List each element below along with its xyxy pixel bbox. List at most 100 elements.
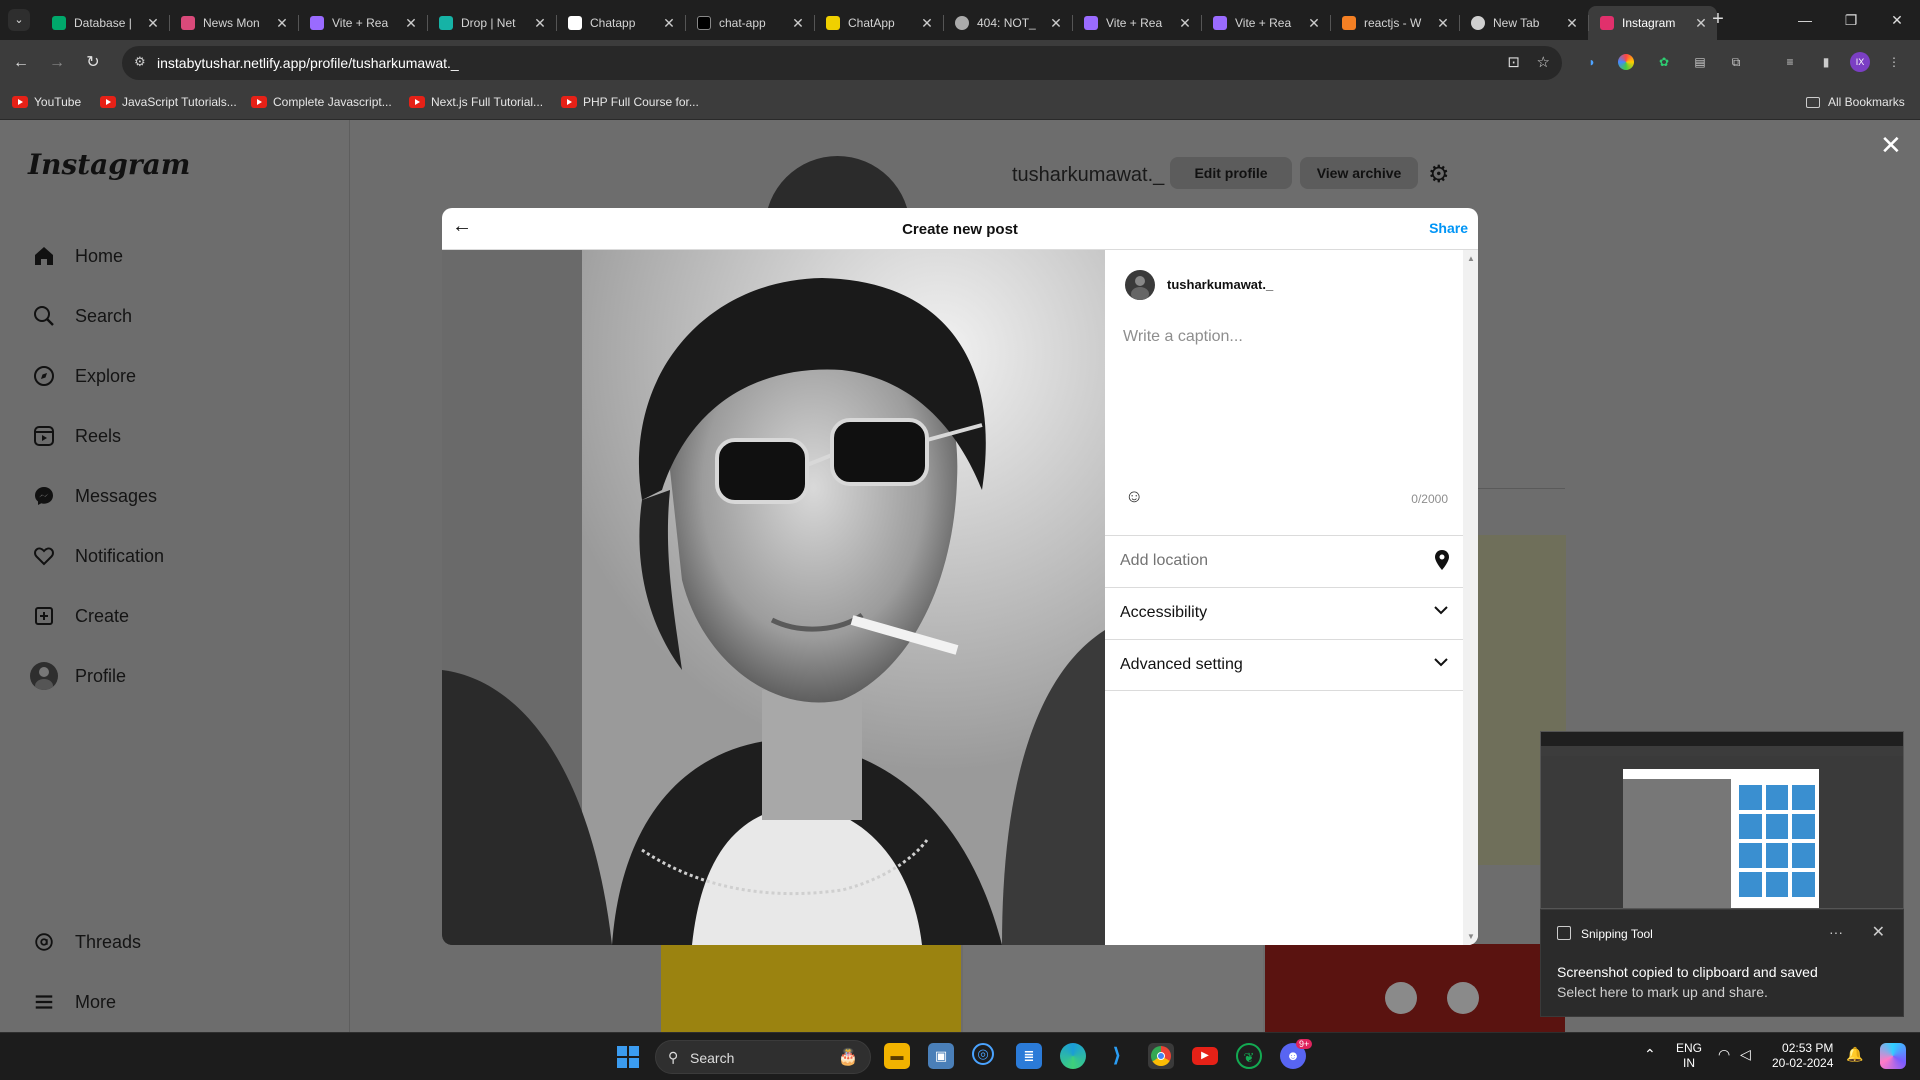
tab-drop[interactable]: Drop | Net ✕ bbox=[427, 6, 556, 40]
install-app-icon[interactable]: ⊡ bbox=[1507, 53, 1520, 71]
forward-icon[interactable]: → bbox=[44, 50, 70, 76]
sidebar-item-profile[interactable]: Profile bbox=[30, 662, 126, 690]
tab-reactjs[interactable]: reactjs - W ✕ bbox=[1330, 6, 1459, 40]
tab-chatapp-1[interactable]: Chatapp ✕ bbox=[556, 6, 685, 40]
url-text[interactable]: instabytushar.netlify.app/profile/tushar… bbox=[157, 55, 459, 71]
minimize-icon[interactable]: — bbox=[1782, 0, 1828, 40]
bookmark-star-icon[interactable]: ☆ bbox=[1537, 53, 1550, 71]
extensions-puzzle-icon[interactable]: ⧉ bbox=[1726, 52, 1746, 72]
chrome-menu-icon[interactable]: ⋮ bbox=[1884, 52, 1904, 72]
close-notification-icon[interactable]: ✕ bbox=[1872, 922, 1885, 942]
edit-profile-button[interactable]: Edit profile bbox=[1170, 157, 1292, 189]
photos-app-icon[interactable]: ▣ bbox=[928, 1043, 954, 1069]
post-thumbnail[interactable] bbox=[963, 944, 1263, 1032]
share-button[interactable]: Share bbox=[1429, 220, 1468, 236]
close-modal-icon[interactable]: ✕ bbox=[1880, 130, 1902, 161]
media-controls-icon[interactable]: ≡ bbox=[1780, 52, 1800, 72]
snipping-tool-notification[interactable]: Snipping Tool ··· ✕ Screenshot copied to… bbox=[1540, 909, 1904, 1017]
reload-icon[interactable]: ↻ bbox=[80, 50, 106, 76]
caption-input[interactable] bbox=[1123, 328, 1453, 448]
sidebar-item-messages[interactable]: Messages bbox=[30, 482, 157, 510]
back-icon[interactable]: ← bbox=[8, 50, 34, 76]
tab-close-icon[interactable]: ✕ bbox=[1435, 15, 1451, 32]
settings-gear-icon[interactable]: ⚙ bbox=[1428, 160, 1450, 189]
bookmark-php[interactable]: PHP Full Course for... bbox=[561, 95, 699, 109]
language-indicator[interactable]: ENG IN bbox=[1676, 1041, 1702, 1071]
extension-icon[interactable]: ◗ bbox=[1582, 52, 1602, 72]
tab-vite-3[interactable]: Vite + Rea ✕ bbox=[1201, 6, 1330, 40]
vscode-icon[interactable]: ⟩ bbox=[1104, 1043, 1130, 1069]
sidebar-item-search[interactable]: Search bbox=[30, 302, 132, 330]
sidebar-item-home[interactable]: Home bbox=[30, 242, 123, 270]
sidebar-item-notification[interactable]: Notification bbox=[30, 542, 164, 570]
windows-start-icon[interactable] bbox=[617, 1046, 639, 1068]
tab-database[interactable]: Database | ✕ bbox=[40, 6, 169, 40]
sidebar-item-create[interactable]: Create bbox=[30, 602, 129, 630]
chatgpt-extension-icon[interactable]: ✿ bbox=[1654, 52, 1674, 72]
tab-close-icon[interactable]: ✕ bbox=[274, 15, 290, 32]
color-picker-extension-icon[interactable] bbox=[1618, 54, 1634, 70]
copilot-icon[interactable] bbox=[1880, 1043, 1906, 1069]
volume-icon[interactable]: ◁ bbox=[1740, 1047, 1751, 1062]
tab-close-icon[interactable]: ✕ bbox=[1048, 15, 1064, 32]
tab-chat-app[interactable]: chat-app ✕ bbox=[685, 6, 814, 40]
restore-icon[interactable]: ❐ bbox=[1828, 0, 1874, 40]
bookmark-js-tutorials[interactable]: JavaScript Tutorials... bbox=[100, 95, 237, 109]
advanced-setting-row[interactable]: Advanced setting bbox=[1105, 639, 1463, 691]
notification-bell-icon[interactable]: 🔔 bbox=[1846, 1047, 1863, 1062]
tab-instagram[interactable]: Instagram ✕ bbox=[1588, 6, 1717, 40]
reader-extension-icon[interactable]: ▤ bbox=[1690, 52, 1710, 72]
bookmark-complete-js[interactable]: Complete Javascript... bbox=[251, 95, 392, 109]
edge-browser-icon[interactable] bbox=[1060, 1043, 1086, 1069]
tab-404[interactable]: 404: NOT_ ✕ bbox=[943, 6, 1072, 40]
notepad-icon[interactable]: ≣ bbox=[1016, 1043, 1042, 1069]
tab-vite-1[interactable]: Vite + Rea ✕ bbox=[298, 6, 427, 40]
post-thumbnail[interactable] bbox=[661, 944, 961, 1032]
tab-chatapp-2[interactable]: ChatApp ✕ bbox=[814, 6, 943, 40]
tab-new-tab[interactable]: New Tab ✕ bbox=[1459, 6, 1588, 40]
scroll-up-icon[interactable]: ▲ bbox=[1467, 254, 1475, 263]
add-location-field[interactable]: Add location bbox=[1105, 535, 1463, 587]
panel-scrollbar[interactable]: ▲ ▼ bbox=[1463, 250, 1478, 945]
accessibility-row[interactable]: Accessibility bbox=[1105, 587, 1463, 639]
tab-close-icon[interactable]: ✕ bbox=[919, 15, 935, 32]
tab-close-icon[interactable]: ✕ bbox=[1564, 15, 1580, 32]
view-archive-button[interactable]: View archive bbox=[1300, 157, 1418, 189]
youtube-app-icon[interactable]: ▶ bbox=[1192, 1047, 1218, 1065]
instagram-logo[interactable]: Instagram bbox=[28, 148, 190, 181]
app-icon[interactable]: ◎ bbox=[972, 1043, 994, 1065]
post-thumbnail[interactable] bbox=[1265, 944, 1565, 1032]
scroll-down-icon[interactable]: ▼ bbox=[1467, 932, 1475, 941]
screenshot-thumbnail[interactable] bbox=[1540, 731, 1904, 909]
close-window-icon[interactable]: ✕ bbox=[1874, 0, 1920, 40]
file-explorer-icon[interactable]: ▬ bbox=[884, 1043, 910, 1069]
tab-search-button[interactable]: ⌄ bbox=[8, 9, 30, 31]
side-panel-icon[interactable]: ▮ bbox=[1816, 52, 1836, 72]
all-bookmarks-button[interactable]: All Bookmarks bbox=[1806, 95, 1905, 109]
tab-close-icon[interactable]: ✕ bbox=[403, 15, 419, 32]
sidebar-item-explore[interactable]: Explore bbox=[30, 362, 136, 390]
tab-news[interactable]: News Mon ✕ bbox=[169, 6, 298, 40]
site-info-icon[interactable]: ⚙ bbox=[134, 54, 146, 70]
emoji-picker-icon[interactable]: ☺ bbox=[1125, 486, 1143, 507]
sidebar-item-reels[interactable]: Reels bbox=[30, 422, 121, 450]
address-bar[interactable]: ⚙ instabytushar.netlify.app/profile/tush… bbox=[122, 46, 1562, 80]
clock[interactable]: 02:53 PM 20-02-2024 bbox=[1772, 1041, 1833, 1071]
tab-close-icon[interactable]: ✕ bbox=[145, 15, 161, 32]
more-options-icon[interactable]: ··· bbox=[1829, 924, 1843, 940]
bookmark-nextjs[interactable]: Next.js Full Tutorial... bbox=[409, 95, 543, 109]
sidebar-item-more[interactable]: More bbox=[30, 988, 116, 1016]
tab-close-icon[interactable]: ✕ bbox=[1306, 15, 1322, 32]
taskbar-search-box[interactable]: ⚲ Search 🎂 bbox=[655, 1040, 871, 1074]
profile-avatar-icon[interactable]: IX bbox=[1850, 52, 1870, 72]
sidebar-item-threads[interactable]: Threads bbox=[30, 928, 141, 956]
tab-close-icon[interactable]: ✕ bbox=[790, 15, 806, 32]
tab-close-icon[interactable]: ✕ bbox=[661, 15, 677, 32]
chrome-icon[interactable] bbox=[1148, 1043, 1174, 1069]
tab-vite-2[interactable]: Vite + Rea ✕ bbox=[1072, 6, 1201, 40]
tab-close-icon[interactable]: ✕ bbox=[1177, 15, 1193, 32]
bookmark-youtube[interactable]: YouTube bbox=[12, 95, 81, 109]
mongodb-compass-icon[interactable]: ❦ bbox=[1236, 1043, 1262, 1069]
show-hidden-icons-chevron-up-icon[interactable]: ⌃ bbox=[1644, 1047, 1656, 1062]
wifi-icon[interactable]: ◠ bbox=[1718, 1047, 1730, 1062]
